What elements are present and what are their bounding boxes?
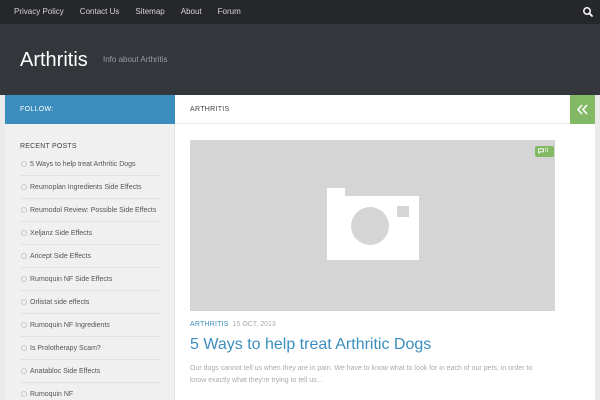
search-button[interactable] xyxy=(576,0,600,24)
nav-sitemap[interactable]: Sitemap xyxy=(127,0,172,24)
follow-label: FOLLOW: xyxy=(20,106,54,113)
recent-post-item[interactable]: 5 Ways to help treat Arthritic Dogs xyxy=(20,153,160,176)
nav-about[interactable]: About xyxy=(173,0,210,24)
recent-posts-heading: RECENT POSTS xyxy=(20,143,77,150)
recent-post-item[interactable]: Is Prolotherapy Scam? xyxy=(20,337,160,360)
recent-post-item[interactable]: Orlistat side effects xyxy=(20,291,160,314)
recent-post-item[interactable]: Reumodol Review: Possible Side Effects xyxy=(20,199,160,222)
recent-post-link[interactable]: Rumoquin NF Side Effects xyxy=(30,276,112,283)
recent-post-item[interactable]: Rumoquin NF xyxy=(20,383,160,400)
site-header: Arthritis Info about Arthritis xyxy=(0,24,600,95)
recent-post-link[interactable]: Aricept Side Effects xyxy=(30,253,91,260)
recent-post-link[interactable]: Orlistat side effects xyxy=(30,299,89,306)
circle-bullet-icon xyxy=(21,230,27,236)
recent-post-link[interactable]: Rumoquin NF Ingredients xyxy=(30,322,110,329)
post-thumbnail[interactable]: 0 xyxy=(190,140,555,311)
circle-bullet-icon xyxy=(21,368,27,374)
circle-bullet-icon xyxy=(21,322,27,328)
recent-post-link[interactable]: Reumodol Review: Possible Side Effects xyxy=(30,207,156,214)
recent-post-item[interactable]: Rumoquin NF Ingredients xyxy=(20,314,160,337)
top-navigation: Privacy Policy Contact Us Sitemap About … xyxy=(0,0,600,24)
comment-count: 0 xyxy=(545,148,549,154)
recent-post-item[interactable]: Aricept Side Effects xyxy=(20,245,160,268)
page-title-bar: ARTHRITIS xyxy=(175,95,570,124)
circle-bullet-icon xyxy=(21,184,27,190)
post-title-link[interactable]: 5 Ways to help treat Arthritic Dogs xyxy=(190,335,431,355)
recent-post-item[interactable]: Rumoquin NF Side Effects xyxy=(20,268,160,291)
recent-post-link[interactable]: Is Prolotherapy Scam? xyxy=(30,345,101,352)
recent-post-link[interactable]: Anatabloc Side Effects xyxy=(30,368,100,375)
post-excerpt: Our dogs cannot tell us when they are in… xyxy=(190,365,533,384)
circle-bullet-icon xyxy=(21,391,27,397)
recent-post-link[interactable]: Reumoplan Ingredients Side Effects xyxy=(30,184,142,191)
search-icon xyxy=(583,7,593,17)
double-chevron-left-icon xyxy=(576,104,588,115)
recent-post-link[interactable]: 5 Ways to help treat Arthritic Dogs xyxy=(30,161,136,168)
recent-post-link[interactable]: Xeljanz Side Effects xyxy=(30,230,92,237)
comment-count-badge[interactable]: 0 xyxy=(535,146,554,157)
top-menu: Privacy Policy Contact Us Sitemap About … xyxy=(6,0,249,24)
circle-bullet-icon xyxy=(21,207,27,213)
recent-post-link[interactable]: Rumoquin NF xyxy=(30,391,73,398)
follow-bar: FOLLOW: xyxy=(5,95,175,124)
recent-post-item[interactable]: Xeljanz Side Effects xyxy=(20,222,160,245)
camera-icon xyxy=(327,188,419,260)
site-tagline: Info about Arthritis xyxy=(103,55,168,64)
nav-forum[interactable]: Forum xyxy=(210,0,249,24)
sidebar-collapse-button[interactable] xyxy=(570,95,595,124)
recent-post-item[interactable]: Reumoplan Ingredients Side Effects xyxy=(20,176,160,199)
circle-bullet-icon xyxy=(21,299,27,305)
site-title[interactable]: Arthritis xyxy=(20,48,88,72)
circle-bullet-icon xyxy=(21,345,27,351)
comment-icon xyxy=(538,148,544,154)
circle-bullet-icon xyxy=(21,276,27,282)
circle-bullet-icon xyxy=(21,253,27,259)
nav-contact-us[interactable]: Contact Us xyxy=(72,0,128,24)
post-date: 15 OCT, 2013 xyxy=(232,321,276,328)
recent-post-item[interactable]: Anatabloc Side Effects xyxy=(20,360,160,383)
sidebar: FOLLOW: RECENT POSTS 5 Ways to help trea… xyxy=(5,95,175,400)
recent-posts-list: 5 Ways to help treat Arthritic Dogs Reum… xyxy=(20,153,160,400)
circle-bullet-icon xyxy=(21,161,27,167)
post-meta: ARTHRITIS 15 OCT, 2013 xyxy=(190,320,276,329)
nav-privacy-policy[interactable]: Privacy Policy xyxy=(6,0,72,24)
post-category-link[interactable]: ARTHRITIS xyxy=(190,321,229,328)
page-title: ARTHRITIS xyxy=(190,106,230,113)
